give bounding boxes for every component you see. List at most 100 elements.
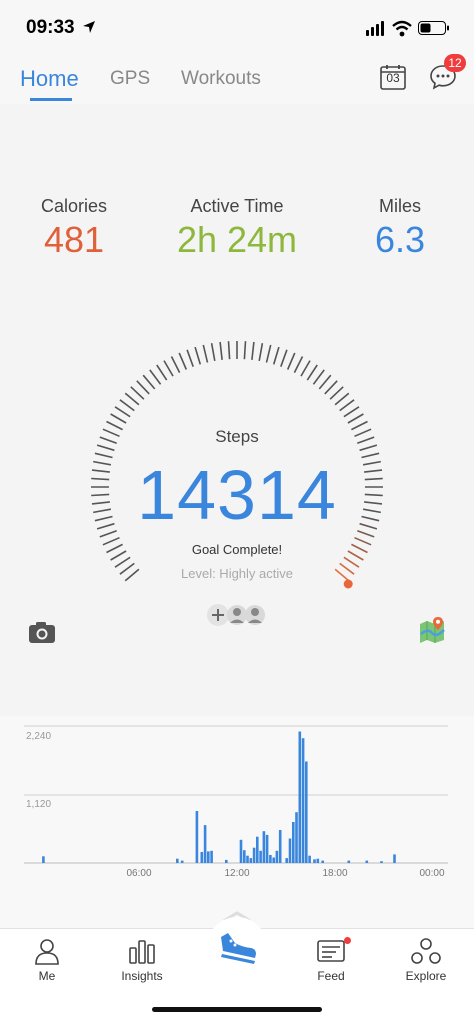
status-bar: 09:33: [0, 0, 474, 56]
x-tick-label: 18:00: [322, 868, 347, 879]
gauge-tick: [156, 364, 168, 381]
gauge-tick: [202, 344, 209, 363]
bar-group: [42, 731, 396, 863]
chart-bar: [298, 731, 302, 863]
gauge-tick: [306, 364, 318, 381]
chart-bar: [42, 856, 45, 863]
gauge-tick: [130, 386, 145, 400]
tab-insights[interactable]: Insights: [95, 937, 189, 983]
gauge-tick: [110, 413, 127, 424]
map-icon[interactable]: [418, 616, 446, 644]
steps-value: 14314: [137, 456, 337, 534]
chart-bar: [301, 738, 305, 863]
location-arrow-icon: [83, 21, 95, 33]
x-tick-label: 00:00: [419, 868, 444, 879]
tab-me[interactable]: Me: [0, 937, 94, 983]
active-tab-indicator: [30, 98, 72, 101]
add-friends-button[interactable]: [205, 602, 273, 628]
calories-stat: Calories 481: [0, 196, 153, 261]
gauge-tick: [272, 346, 280, 365]
gauge-tick: [347, 413, 364, 424]
signal-icon: [366, 21, 384, 36]
chart-bar: [259, 850, 262, 863]
steps-label: Steps: [215, 427, 259, 446]
chart-bar: [321, 860, 324, 863]
tab-home[interactable]: Home: [20, 66, 79, 92]
chart-bar: [393, 854, 396, 863]
calories-label: Calories: [40, 196, 108, 216]
battery-icon: [418, 21, 449, 35]
gauge-tick: [280, 349, 288, 367]
x-tick-label: 06:00: [126, 868, 151, 879]
tab-feed[interactable]: Feed: [284, 937, 378, 983]
chart-bar: [210, 850, 213, 863]
activity-level: Level: Highly active: [181, 566, 293, 581]
chart-bar: [285, 858, 288, 863]
chart-bar: [380, 861, 383, 863]
tab-workouts[interactable]: Workouts: [181, 68, 261, 90]
active-time-stat: Active Time 2h 24m: [158, 196, 316, 261]
chart-bar: [305, 761, 308, 863]
chart-bar: [246, 855, 249, 863]
bar-chart-icon: [129, 940, 155, 964]
gauge-tick: [258, 343, 264, 362]
active-time-value: 2h 24m: [176, 219, 298, 260]
miles-label: Miles: [378, 196, 421, 216]
gauge-tick: [227, 341, 231, 360]
home-indicator: [152, 1007, 322, 1012]
gauge-tick: [114, 406, 131, 418]
chart-bar: [207, 851, 210, 863]
hourly-steps-chart[interactable]: 2,240 1,120 06:00 12:00 18:00 00:00: [0, 716, 474, 928]
explore-icon: [411, 938, 441, 964]
goal-status: Goal Complete!: [191, 542, 283, 557]
chart-bar: [316, 858, 320, 863]
chart-bar: [275, 850, 279, 863]
calendar-day: 03: [386, 71, 400, 85]
chart-bar: [176, 858, 179, 863]
chart-bar: [239, 839, 243, 863]
gauge-tick: [142, 374, 156, 390]
chart-bar: [269, 855, 272, 863]
gauge-tick: [339, 399, 355, 412]
chart-bar: [278, 830, 282, 863]
chart-bar: [256, 836, 259, 863]
tab-insights-label: Insights: [121, 969, 163, 983]
message-count-badge: 12: [444, 54, 466, 72]
gauge-tick: [124, 392, 140, 406]
tab-feed-label: Feed: [317, 969, 345, 983]
gauge-tick: [119, 399, 135, 412]
chart-bar: [347, 860, 351, 863]
chart-bar: [272, 857, 275, 863]
person-icon: [35, 939, 59, 965]
camera-icon[interactable]: [28, 620, 56, 644]
tab-me-label: Me: [38, 969, 56, 983]
calendar-button[interactable]: 03: [380, 64, 406, 90]
miles-value: 6.3: [374, 219, 426, 260]
tab-activity[interactable]: [207, 917, 267, 977]
gauge-tick: [163, 360, 174, 377]
y-tick-label: 1,120: [26, 799, 51, 810]
chart-bar: [195, 811, 199, 863]
friends-icon: [207, 604, 265, 626]
tab-gps[interactable]: GPS: [110, 68, 150, 90]
gauge-tick: [312, 369, 325, 385]
gauge-tick: [300, 360, 311, 377]
tab-explore-label: Explore: [405, 969, 447, 983]
gauge-tick: [251, 341, 255, 360]
tab-explore[interactable]: Explore: [379, 937, 473, 983]
chart-bar: [249, 858, 253, 863]
gauge-tick: [186, 349, 194, 367]
chart-bar: [288, 838, 292, 863]
gauge-tick: [265, 344, 272, 363]
gauge-tick: [286, 352, 296, 370]
gauge-tick: [343, 406, 360, 418]
status-icons: [366, 20, 449, 37]
x-tick-label: 12:00: [224, 868, 249, 879]
gauge-tick: [324, 380, 338, 395]
chart-bar: [200, 852, 204, 863]
miles-stat: Miles 6.3: [321, 196, 474, 261]
chart-bar: [292, 822, 295, 863]
y-tick-label: 2,240: [26, 731, 51, 742]
wifi-icon: [392, 20, 412, 37]
gauge-tick: [178, 352, 188, 370]
